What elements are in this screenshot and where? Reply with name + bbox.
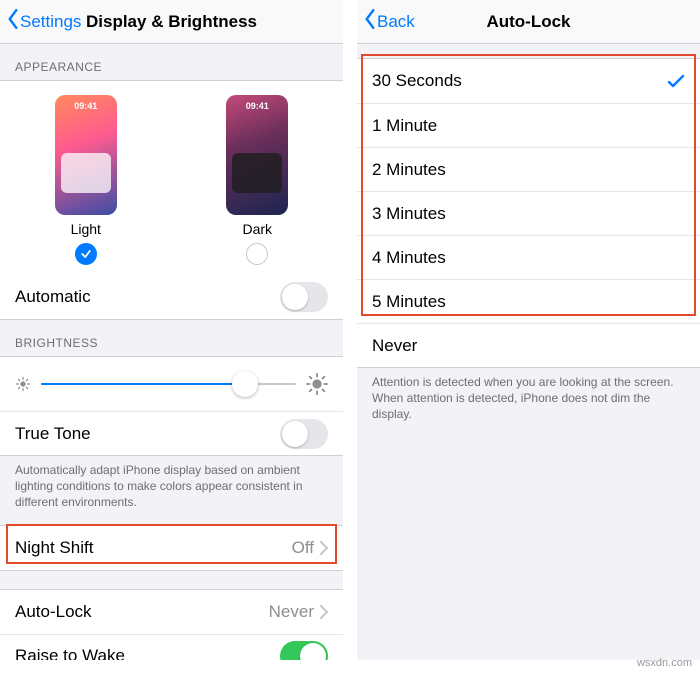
appearance-header: APPEARANCE xyxy=(0,44,343,80)
option-1-minute[interactable]: 1 Minute xyxy=(357,103,700,147)
automatic-row[interactable]: Automatic xyxy=(0,275,343,319)
appearance-option-light[interactable]: 09:41 Light xyxy=(0,95,172,265)
option-label: 2 Minutes xyxy=(372,160,446,180)
sun-large-icon xyxy=(306,373,328,395)
option-label: 4 Minutes xyxy=(372,248,446,268)
raise-to-wake-row[interactable]: Raise to Wake xyxy=(0,634,343,660)
raise-to-wake-label: Raise to Wake xyxy=(15,646,125,660)
navbar: Settings Display & Brightness xyxy=(0,0,343,44)
sun-small-icon xyxy=(15,376,31,392)
night-shift-label: Night Shift xyxy=(15,538,93,558)
option-3-minutes[interactable]: 3 Minutes xyxy=(357,191,700,235)
watermark: wsxdn.com xyxy=(637,657,692,669)
chevron-left-icon xyxy=(6,8,20,35)
night-shift-value: Off xyxy=(292,538,314,558)
chevron-right-icon xyxy=(320,605,328,619)
option-4-minutes[interactable]: 4 Minutes xyxy=(357,235,700,279)
brightness-slider[interactable] xyxy=(41,383,296,385)
option-30-seconds[interactable]: 30 Seconds xyxy=(357,59,700,103)
display-brightness-screen: Settings Display & Brightness APPEARANCE… xyxy=(0,0,343,660)
auto-lock-value: Never xyxy=(269,602,314,622)
back-button[interactable]: Settings xyxy=(0,8,81,35)
truetone-note: Automatically adapt iPhone display based… xyxy=(0,456,343,525)
back-button[interactable]: Back xyxy=(357,8,415,35)
auto-lock-screen: Back Auto-Lock 30 Seconds 1 Minute 2 Min… xyxy=(357,0,700,660)
appearance-picker: 09:41 Light 09:41 Dark xyxy=(0,80,343,275)
brightness-slider-row xyxy=(0,357,343,411)
attention-note: Attention is detected when you are looki… xyxy=(357,368,700,437)
chevron-left-icon xyxy=(363,8,377,35)
option-label: 30 Seconds xyxy=(372,71,462,91)
back-label: Back xyxy=(377,12,415,32)
truetone-toggle[interactable] xyxy=(280,419,328,449)
thumbnail-time: 09:41 xyxy=(226,101,288,111)
truetone-label: True Tone xyxy=(15,424,91,444)
dark-radio[interactable] xyxy=(246,243,268,265)
option-label: Never xyxy=(372,336,417,356)
option-label: 1 Minute xyxy=(372,116,437,136)
light-thumbnail: 09:41 xyxy=(55,95,117,215)
light-label: Light xyxy=(0,221,172,237)
option-5-minutes[interactable]: 5 Minutes xyxy=(357,279,700,323)
light-radio[interactable] xyxy=(75,243,97,265)
dark-label: Dark xyxy=(172,221,344,237)
option-label: 5 Minutes xyxy=(372,292,446,312)
brightness-header: BRIGHTNESS xyxy=(0,320,343,356)
option-2-minutes[interactable]: 2 Minutes xyxy=(357,147,700,191)
autolock-options: 30 Seconds 1 Minute 2 Minutes 3 Minutes … xyxy=(357,58,700,368)
chevron-right-icon xyxy=(320,541,328,555)
option-label: 3 Minutes xyxy=(372,204,446,224)
option-never[interactable]: Never xyxy=(357,323,700,367)
night-shift-row[interactable]: Night Shift Off xyxy=(0,526,343,570)
dark-thumbnail: 09:41 xyxy=(226,95,288,215)
appearance-option-dark[interactable]: 09:41 Dark xyxy=(172,95,344,265)
automatic-label: Automatic xyxy=(15,287,91,307)
thumbnail-time: 09:41 xyxy=(55,101,117,111)
back-label: Settings xyxy=(20,12,81,32)
truetone-row[interactable]: True Tone xyxy=(0,411,343,455)
checkmark-icon xyxy=(667,73,685,89)
navbar: Back Auto-Lock xyxy=(357,0,700,44)
raise-to-wake-toggle[interactable] xyxy=(280,641,328,660)
automatic-toggle[interactable] xyxy=(280,282,328,312)
auto-lock-row[interactable]: Auto-Lock Never xyxy=(0,590,343,634)
auto-lock-label: Auto-Lock xyxy=(15,602,92,622)
